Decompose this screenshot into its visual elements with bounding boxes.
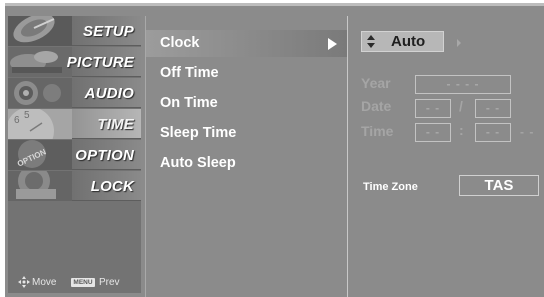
main-menu-sidebar: SETUP PICTURE AUDIO 6 5 TIME OPTION OPTI… <box>8 16 141 293</box>
clock-mode-selector[interactable]: Auto <box>361 31 444 52</box>
submenu-item-label: Off Time <box>160 65 219 81</box>
sidebar-item-label: TIME <box>97 116 134 133</box>
sidebar-item-label: OPTION <box>75 147 134 164</box>
sidebar-item-option[interactable]: OPTION OPTION <box>8 140 141 170</box>
sidebar-item-audio[interactable]: AUDIO <box>8 78 141 108</box>
time-hour-field[interactable]: - - <box>415 123 451 142</box>
submenu-item-clock[interactable]: Clock <box>146 30 347 57</box>
help-bar: Move MENU Prev <box>8 271 141 293</box>
sidebar-item-label: PICTURE <box>66 54 134 71</box>
clock-icon: 6 5 <box>8 109 72 139</box>
submenu-item-sleep-time[interactable]: Sleep Time <box>146 120 347 147</box>
sidebar-item-label: LOCK <box>90 178 134 195</box>
sidebar-item-setup[interactable]: SETUP <box>8 16 141 46</box>
up-down-arrows-icon <box>367 35 377 49</box>
picture-icon <box>8 47 72 77</box>
submenu-item-label: Clock <box>160 35 200 51</box>
menu-key-icon: MENU <box>71 278 95 287</box>
year-field[interactable]: - - - - <box>415 75 511 94</box>
submenu-item-auto-sleep[interactable]: Auto Sleep <box>146 150 347 177</box>
speaker-icon <box>8 78 72 108</box>
date-separator: / <box>459 98 463 114</box>
svg-text:5: 5 <box>24 110 30 121</box>
date-day-field[interactable]: - - <box>475 99 511 118</box>
lock-icon <box>8 171 72 201</box>
time-minute-field[interactable]: - - <box>475 123 511 142</box>
submenu-item-off-time[interactable]: Off Time <box>146 60 347 87</box>
time-ampm-field[interactable]: - - <box>520 125 534 139</box>
prev-hint: Prev <box>99 277 120 288</box>
clock-mode-value: Auto <box>391 33 426 50</box>
move-hint: Move <box>32 277 57 288</box>
arrow-right-icon <box>328 38 337 50</box>
submenu-item-label: Auto Sleep <box>160 155 236 171</box>
sidebar-item-picture[interactable]: PICTURE <box>8 47 141 77</box>
date-label: Date <box>361 98 392 114</box>
time-zone-label: Time Zone <box>363 181 418 193</box>
year-label: Year <box>361 75 391 91</box>
sidebar-item-label: AUDIO <box>84 85 134 102</box>
osd-menu: SETUP PICTURE AUDIO 6 5 TIME OPTION OPTI… <box>5 3 544 297</box>
clock-settings-panel: Auto Year - - - - Date - - / - - Time - … <box>349 16 544 297</box>
submenu-item-on-time[interactable]: On Time <box>146 90 347 117</box>
submenu-item-label: On Time <box>160 95 218 111</box>
time-separator: : <box>459 122 464 138</box>
move-arrows-icon <box>18 276 30 288</box>
svg-text:6: 6 <box>14 115 20 126</box>
time-zone-field[interactable]: TAS <box>459 175 539 196</box>
option-icon: OPTION <box>8 140 72 170</box>
sidebar-item-time[interactable]: 6 5 TIME <box>8 109 141 139</box>
date-month-field[interactable]: - - <box>415 99 451 118</box>
satellite-dish-icon <box>8 16 72 46</box>
time-label: Time <box>361 123 394 139</box>
next-arrow-icon <box>457 39 461 47</box>
submenu-item-label: Sleep Time <box>160 125 237 141</box>
sidebar-item-lock[interactable]: LOCK <box>8 171 141 201</box>
sidebar-item-label: SETUP <box>82 23 134 40</box>
time-submenu: Clock Off Time On Time Sleep Time Auto S… <box>145 16 348 297</box>
